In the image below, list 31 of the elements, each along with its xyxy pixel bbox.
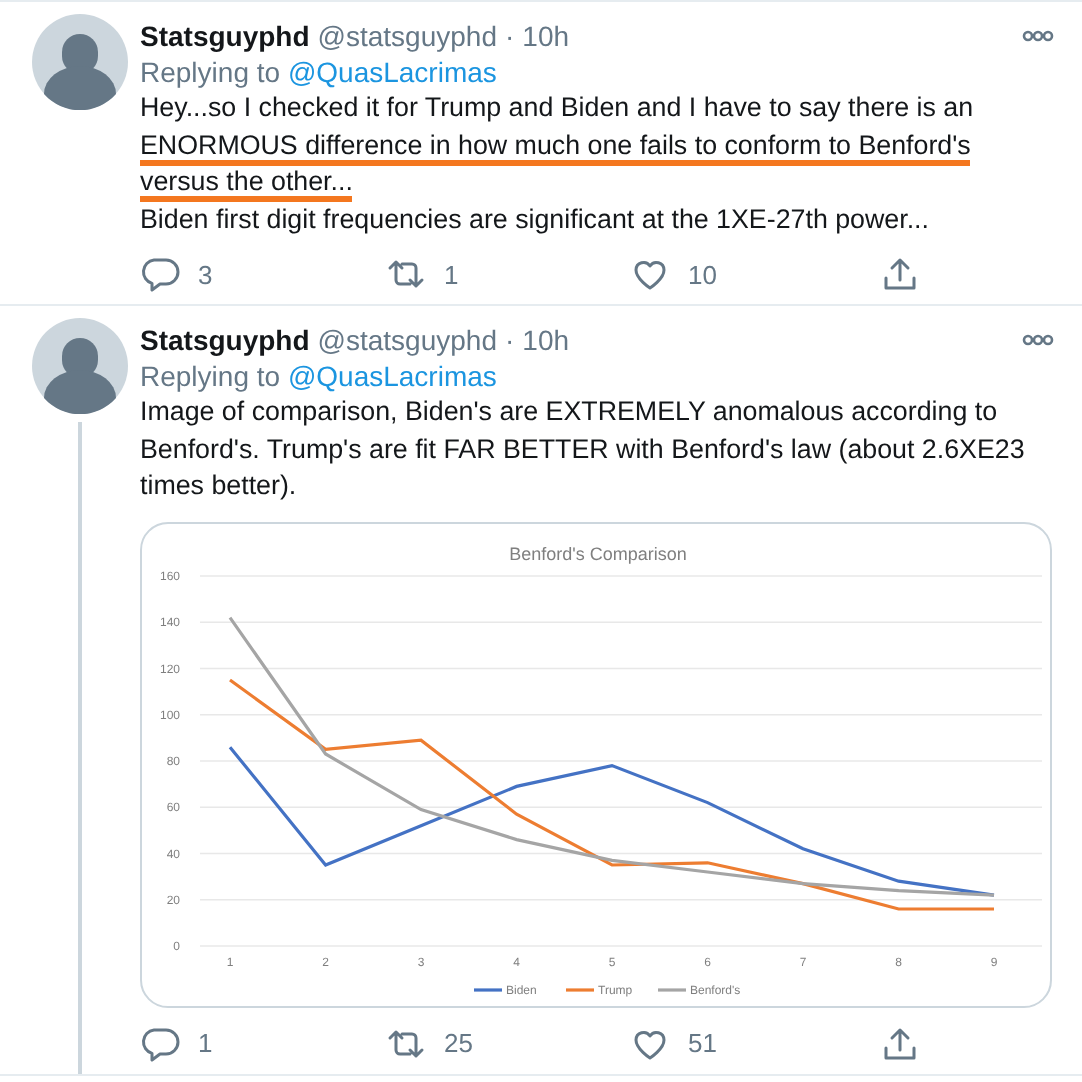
mention-link[interactable]: @QuasLacrimas <box>287 56 497 88</box>
retweet-button[interactable]: 1 <box>386 254 459 294</box>
more-icon[interactable] <box>1022 30 1054 42</box>
tweet-text: Biden first digit frequencies are significant at the 1XE-27th power... <box>140 201 932 238</box>
author-handle: @statsguyphd <box>317 324 497 356</box>
avatar-icon[interactable] <box>32 318 128 414</box>
avatar-icon[interactable] <box>32 14 128 110</box>
share-button[interactable] <box>880 1023 920 1063</box>
reply-button[interactable]: 1 <box>140 1023 213 1063</box>
mention-link[interactable]: @QuasLacrimas <box>287 360 497 392</box>
share-button[interactable] <box>880 254 920 294</box>
separator-dot: · <box>505 324 515 356</box>
author-handle: @statsguyphd <box>317 20 497 52</box>
reply-button[interactable]: 3 <box>140 254 213 294</box>
timestamp[interactable]: 10h <box>522 324 570 356</box>
author-name[interactable]: Statsguyphd <box>140 324 310 356</box>
share-icon <box>880 1023 920 1063</box>
replying-label: Replying to <box>140 56 281 88</box>
chart-title: Benford's Comparison <box>509 543 687 563</box>
tweet-text: Image of comparison, Biden's are EXTREMELY anomalous according to Benford's. Trump's are fit FAR BETTER with Benford's law (about 2.6XE23 times better). <box>140 394 1027 504</box>
author-name[interactable]: Statsguyphd <box>140 20 310 52</box>
like-button[interactable]: 10 <box>630 254 717 294</box>
reply-icon <box>140 254 180 294</box>
like-button[interactable]: 51 <box>630 1023 717 1063</box>
replying-label: Replying to <box>140 360 281 392</box>
retweet-button[interactable]: 25 <box>386 1023 473 1063</box>
share-icon <box>880 254 920 294</box>
reply-icon <box>140 1023 180 1063</box>
more-icon[interactable] <box>1022 334 1054 346</box>
timestamp[interactable]: 10h <box>522 20 570 52</box>
separator-dot: · <box>505 20 515 52</box>
